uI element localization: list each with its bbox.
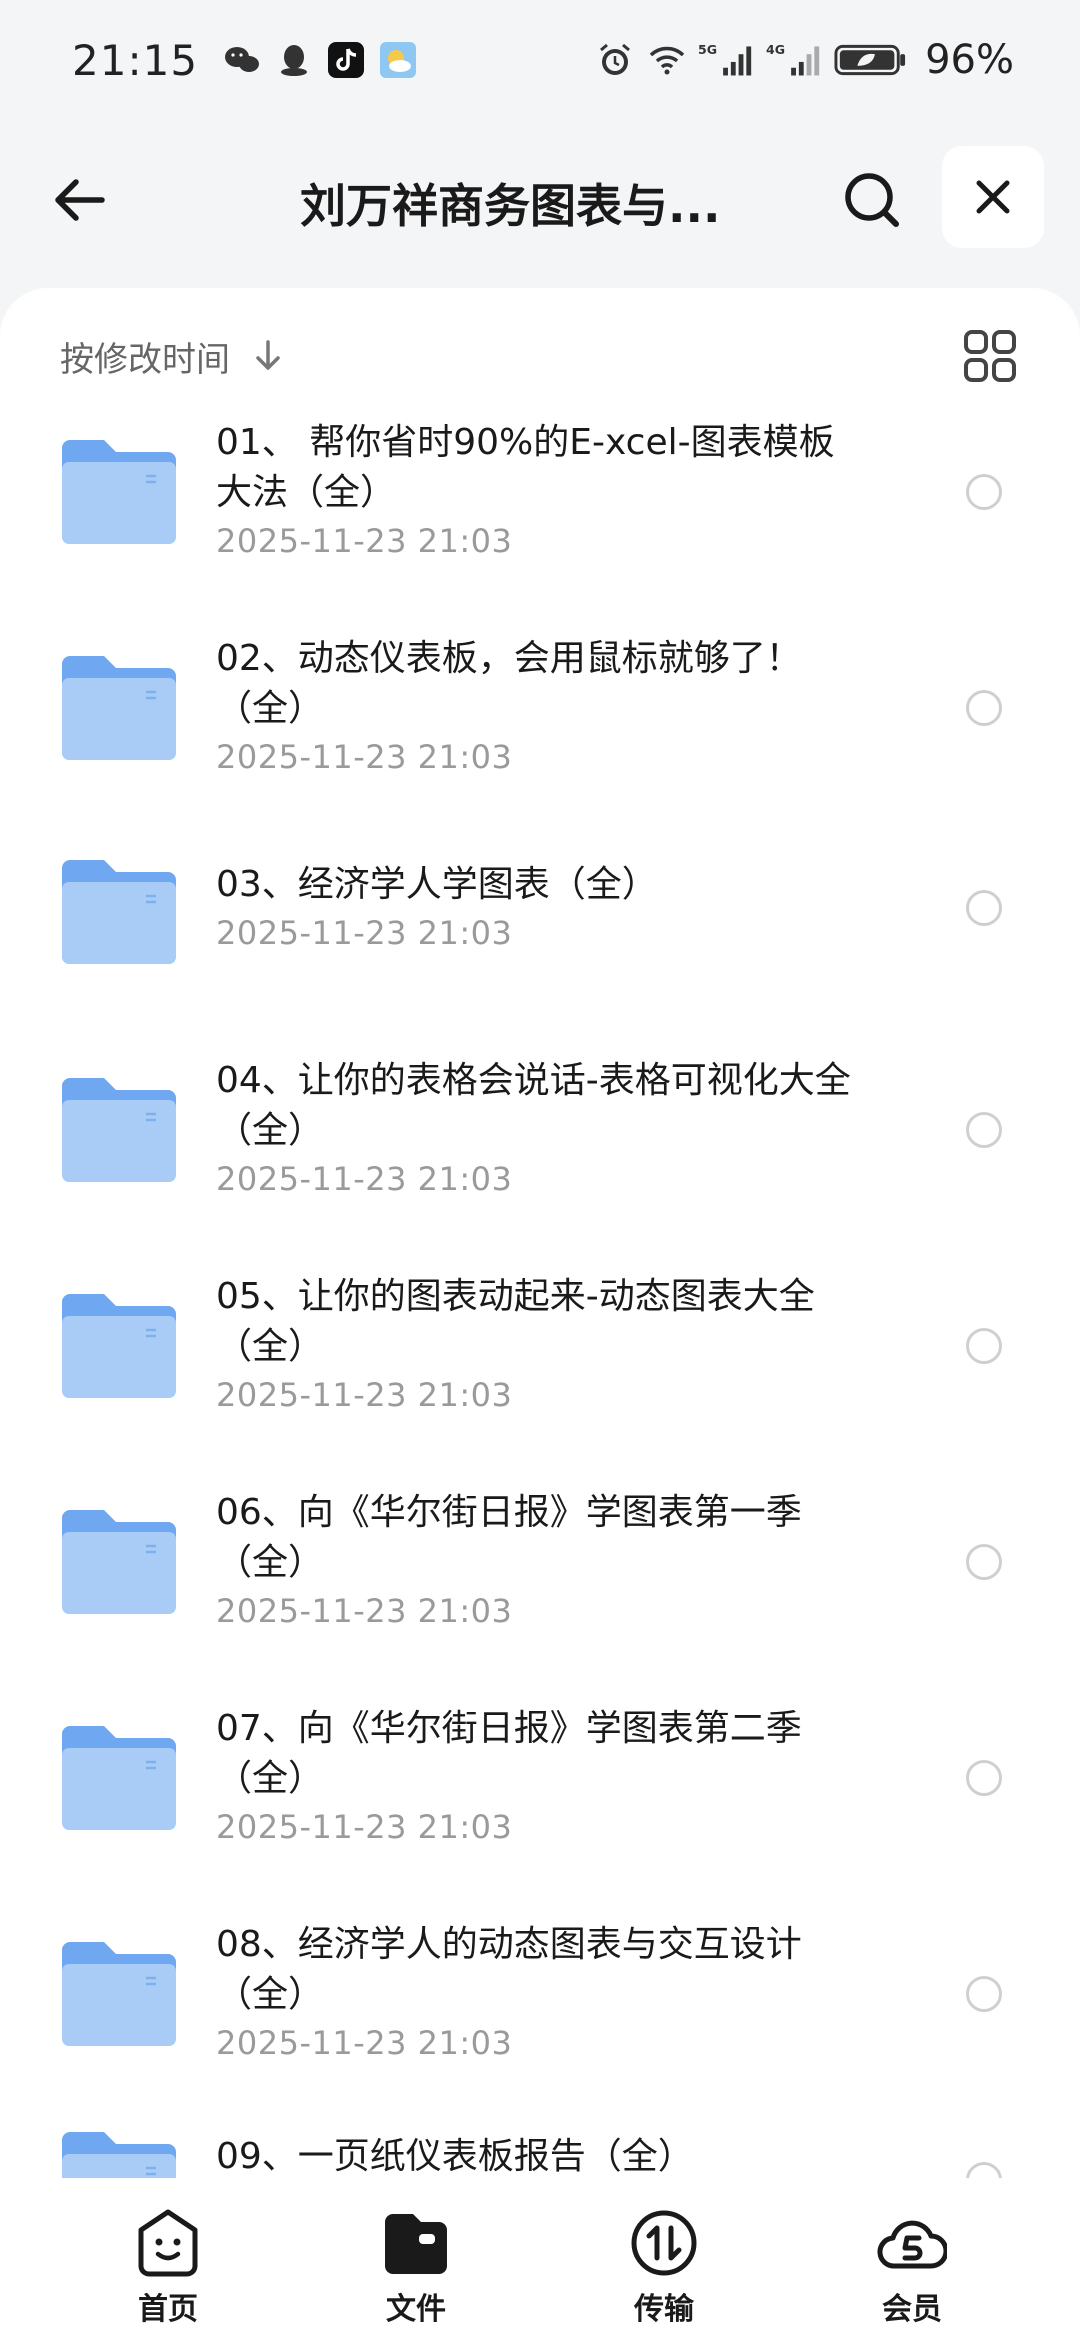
- folder-icon: [62, 860, 176, 964]
- file-name: 05、让你的图表动起来-动态图表大全（全）: [216, 1276, 815, 1367]
- folder-file-icon: [385, 2214, 447, 2274]
- wifi-icon: [645, 38, 689, 82]
- battery-percent: 96%: [925, 37, 1014, 83]
- file-name: 03、经济学人学图表（全）: [216, 864, 658, 905]
- file-name: 08、经济学人的动态图表与交互设计（全）: [216, 1924, 802, 2015]
- file-list-panel: 按修改时间 01、 帮你省时90%的E-xcel-图表模板大法（全） 2025-…: [0, 288, 1080, 2178]
- select-radio[interactable]: [966, 1976, 1002, 2012]
- signal-5g-icon: 5G: [697, 38, 757, 82]
- transfer-icon: [631, 2210, 697, 2276]
- file-row[interactable]: 02、动态仪表板，会用鼠标就够了！（全） 2025-11-23 21:03: [0, 634, 1080, 834]
- select-radio[interactable]: [966, 1328, 1002, 1364]
- sort-button[interactable]: 按修改时间: [60, 326, 286, 386]
- vip-cloud-icon: [877, 2220, 947, 2269]
- nav-home[interactable]: 首页: [98, 2208, 238, 2328]
- file-date: 2025-11-23 21:03: [216, 914, 513, 952]
- qq-icon: [272, 38, 316, 82]
- folder-icon: [62, 656, 176, 760]
- file-name: 07、向《华尔街日报》学图表第二季（全）: [216, 1708, 802, 1799]
- file-name: 06、向《华尔街日报》学图表第一季（全）: [216, 1492, 802, 1583]
- nav-transfer[interactable]: 传输: [594, 2208, 734, 2328]
- folder-icon: [62, 1510, 176, 1614]
- file-row[interactable]: 05、让你的图表动起来-动态图表大全（全） 2025-11-23 21:03: [0, 1272, 1080, 1472]
- alarm-icon: [593, 38, 637, 82]
- file-row[interactable]: 04、让你的表格会说话-表格可视化大全（全） 2025-11-23 21:03: [0, 1056, 1080, 1256]
- folder-icon: [62, 1294, 176, 1398]
- sort-label: 按修改时间: [60, 339, 230, 380]
- file-date: 2025-11-23 21:03: [216, 1160, 513, 1198]
- file-row[interactable]: 06、向《华尔街日报》学图表第一季（全） 2025-11-23 21:03: [0, 1488, 1080, 1688]
- file-date: 2025-11-23 21:03: [216, 1376, 513, 1414]
- weather-icon: [376, 38, 420, 82]
- wechat-icon: [220, 38, 264, 82]
- file-row[interactable]: 07、向《华尔街日报》学图表第二季（全） 2025-11-23 21:03: [0, 1704, 1080, 1904]
- arrow-left-icon: [55, 179, 105, 221]
- select-radio[interactable]: [966, 890, 1002, 926]
- select-radio[interactable]: [966, 474, 1002, 510]
- file-date: 2025-11-23 21:03: [216, 1592, 513, 1630]
- grid-view-button[interactable]: [962, 328, 1018, 384]
- file-date: 2025-11-23 21:03: [216, 522, 513, 560]
- file-row[interactable]: 09、一页纸仪表板报告（全）: [0, 2132, 1080, 2178]
- search-icon: [845, 173, 899, 227]
- file-name: 04、让你的表格会说话-表格可视化大全（全）: [216, 1060, 851, 1151]
- file-row[interactable]: 01、 帮你省时90%的E-xcel-图表模板大法（全） 2025-11-23 …: [0, 418, 1080, 618]
- nav-label: 文件: [386, 2292, 446, 2327]
- file-row[interactable]: 03、经济学人学图表（全） 2025-11-23 21:03: [0, 860, 1080, 1064]
- nav-label: 会员: [882, 2292, 942, 2327]
- close-button[interactable]: [942, 146, 1044, 248]
- arrow-down-icon: [250, 338, 286, 374]
- nav-vip[interactable]: 会员: [842, 2208, 982, 2328]
- nav-files[interactable]: 文件: [346, 2208, 486, 2328]
- select-radio[interactable]: [966, 690, 1002, 726]
- file-date: 2025-11-23 21:03: [216, 2024, 513, 2062]
- file-date: 2025-11-23 21:03: [216, 738, 513, 776]
- status-right: 5G 4G 96%: [593, 37, 1014, 83]
- select-radio[interactable]: [966, 2162, 1002, 2178]
- tiktok-icon: [324, 38, 368, 82]
- nav-label: 传输: [634, 2292, 694, 2327]
- folder-icon: [62, 1942, 176, 2046]
- search-button[interactable]: [836, 164, 908, 236]
- page-title: 刘万祥商务图表与...: [300, 179, 721, 230]
- battery-icon: [833, 38, 909, 82]
- folder-icon: [62, 440, 176, 544]
- file-date: 2025-11-23 21:03: [216, 1808, 513, 1846]
- header-bar: 刘万祥商务图表与...: [0, 140, 1080, 260]
- file-row[interactable]: 08、经济学人的动态图表与交互设计（全） 2025-11-23 21:03: [0, 1920, 1080, 2120]
- status-left: 21:15: [72, 36, 428, 85]
- select-radio[interactable]: [966, 1544, 1002, 1580]
- select-radio[interactable]: [966, 1760, 1002, 1796]
- file-browser-screen: 21:15 5G 4G 96% 刘万祥商务图表与... 按修改时间 01、 帮你…: [0, 0, 1080, 2340]
- home-face-icon: [138, 2209, 198, 2277]
- svg-text:4G: 4G: [766, 42, 785, 57]
- folder-icon: [62, 1078, 176, 1182]
- folder-icon: [62, 2132, 176, 2178]
- clock: 21:15: [72, 35, 199, 85]
- close-icon: [976, 180, 1010, 214]
- file-name: 01、 帮你省时90%的E-xcel-图表模板大法（全）: [216, 422, 835, 513]
- signal-4g-icon: 4G: [765, 38, 825, 82]
- nav-label: 首页: [138, 2292, 198, 2327]
- select-radio[interactable]: [966, 1112, 1002, 1148]
- bottom-nav: 首页 文件 传输 会员: [0, 2178, 1080, 2340]
- file-name: 02、动态仪表板，会用鼠标就够了！（全）: [216, 638, 802, 729]
- folder-icon: [62, 1726, 176, 1830]
- file-name: 09、一页纸仪表板报告（全）: [216, 2136, 694, 2177]
- status-bar: 21:15 5G 4G 96%: [0, 0, 1080, 120]
- svg-text:5G: 5G: [698, 42, 717, 57]
- back-button[interactable]: [44, 164, 116, 236]
- grid-view-icon: [964, 330, 1016, 382]
